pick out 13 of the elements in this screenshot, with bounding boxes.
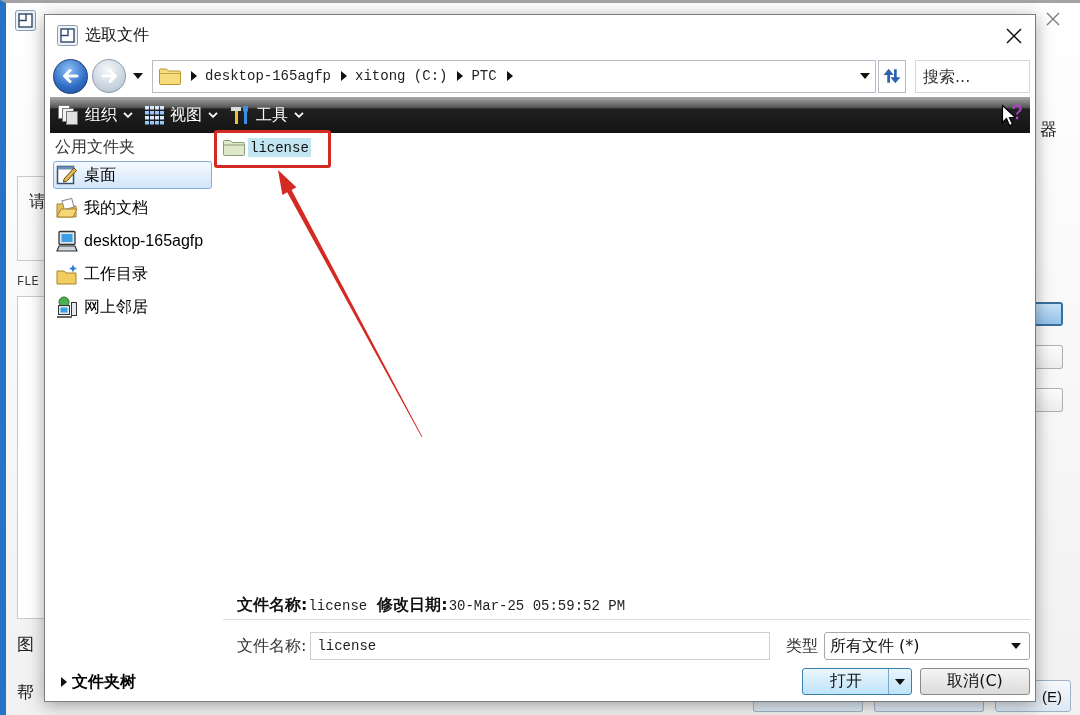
window-title: 选取文件 [85, 25, 149, 46]
detail-value: 30-Mar-25 05:59:52 PM [448, 597, 626, 614]
section-label: FLE [17, 275, 39, 289]
help-label: 帮 [17, 681, 34, 703]
detail-value: license [308, 597, 368, 614]
prompt-text: 请 [29, 191, 46, 211]
section-heading: 公用文件夹 [54, 136, 135, 158]
file-name-label: 文件名称: [237, 635, 307, 657]
detail-label: 修改日期: [377, 595, 448, 616]
detail-label: 文件名称: [237, 595, 308, 616]
legend-label: 图 [17, 633, 34, 655]
file-type-label: 类型 [786, 635, 818, 657]
side-label: 器 [1040, 118, 1057, 140]
